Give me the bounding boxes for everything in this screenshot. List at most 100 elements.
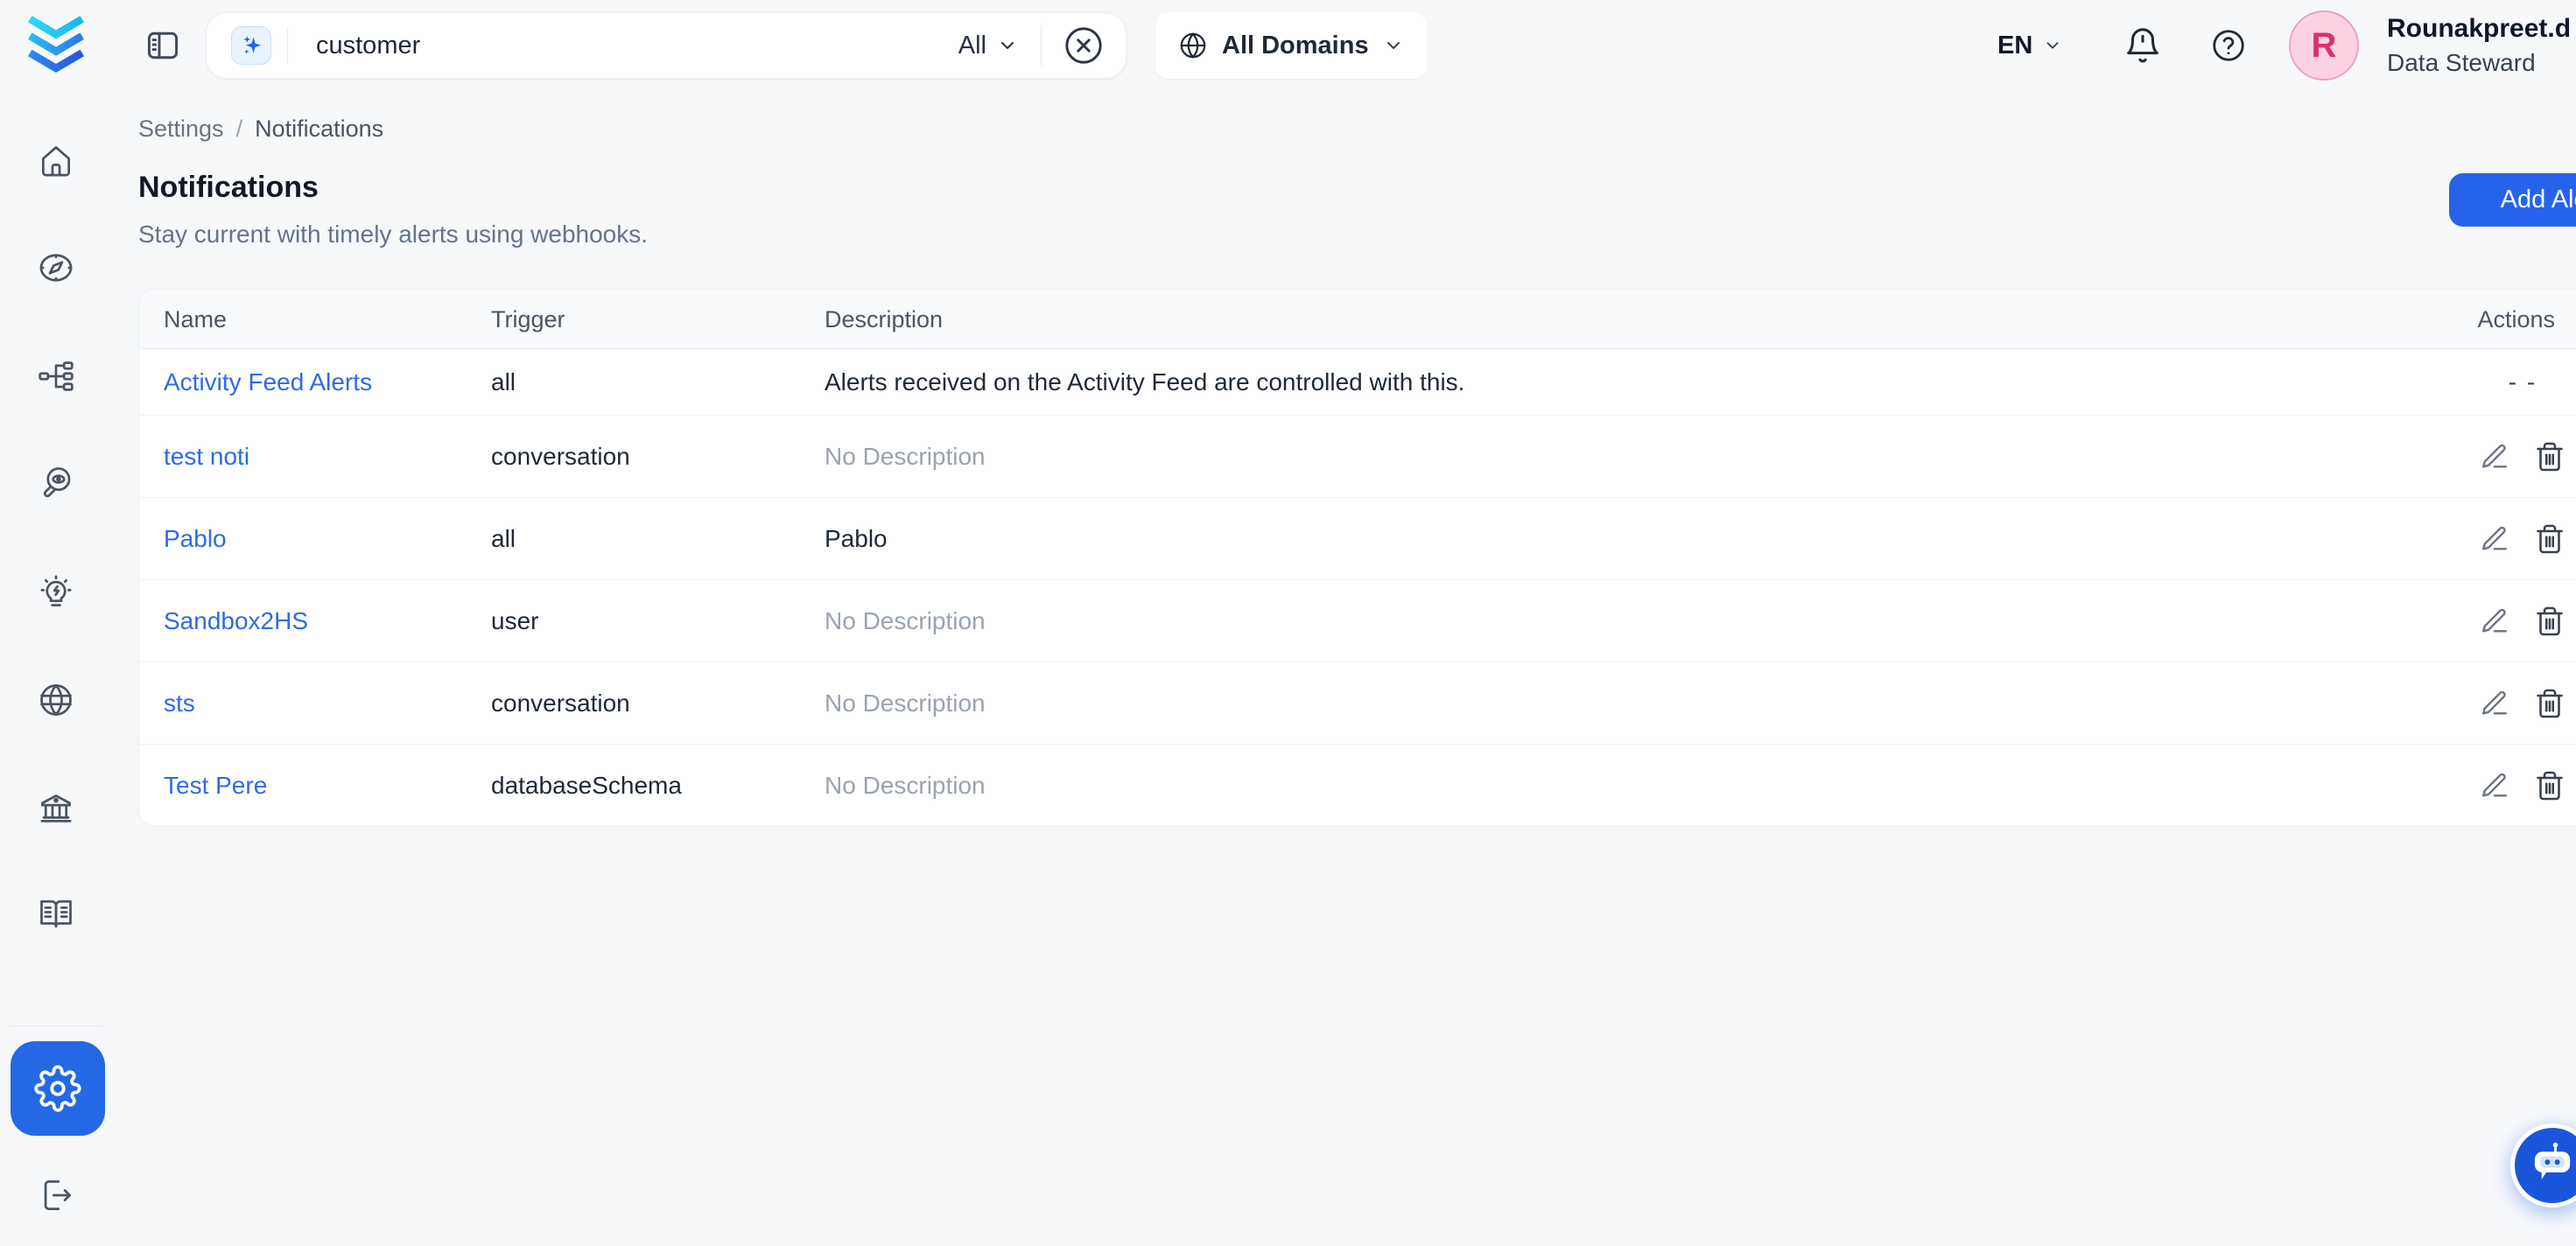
- notifications-bell-button[interactable]: [2118, 0, 2167, 91]
- sidebar-item-insights[interactable]: [37, 574, 75, 612]
- alert-description: No Description: [825, 416, 2313, 497]
- edit-button[interactable]: [2480, 771, 2509, 801]
- help-icon: [2210, 27, 2247, 64]
- column-header-actions: Actions: [2380, 290, 2555, 349]
- column-header-description: Description: [825, 290, 2313, 349]
- alert-actions: [2480, 416, 2565, 497]
- sidebar-nav: [0, 91, 112, 1246]
- glossary-icon: [37, 894, 75, 933]
- help-button[interactable]: [2206, 0, 2251, 91]
- search-divider: [1041, 25, 1042, 66]
- alert-trigger: conversation: [491, 662, 806, 744]
- delete-button[interactable]: [2534, 523, 2565, 555]
- delete-button[interactable]: [2534, 688, 2565, 719]
- search-input[interactable]: customer: [316, 32, 958, 60]
- alert-description: No Description: [825, 662, 2313, 744]
- sidebar-item-observability[interactable]: [37, 464, 75, 502]
- search-divider: [287, 27, 288, 64]
- search-scope-label: All: [958, 32, 986, 60]
- chevron-down-icon: [997, 35, 1018, 56]
- sidebar-item-lineage[interactable]: [37, 357, 75, 396]
- table-row: test noti conversation No Description: [139, 416, 2576, 498]
- ai-sparkles-icon[interactable]: [231, 26, 271, 65]
- sidebar-item-glossary[interactable]: [37, 894, 75, 933]
- alert-description: Pablo: [825, 498, 2313, 579]
- delete-button[interactable]: [2534, 606, 2565, 637]
- alert-actions: [2480, 745, 2565, 827]
- globe-icon: [37, 681, 75, 719]
- column-header-name: Name: [164, 290, 479, 349]
- delete-button[interactable]: [2534, 770, 2565, 802]
- language-selector[interactable]: EN: [1997, 0, 2062, 91]
- alert-actions: [2480, 498, 2565, 579]
- breadcrumb: Settings / Notifications: [138, 116, 383, 143]
- alert-name-link[interactable]: Test Pere: [164, 745, 479, 827]
- avatar-initial: R: [2312, 26, 2337, 66]
- alert-actions: [2480, 580, 2565, 662]
- user-name: Rounakpreet.d: [2387, 11, 2571, 46]
- domains-label: All Domains: [1222, 32, 1369, 60]
- app-logo-icon[interactable]: [21, 10, 91, 80]
- bell-icon: [2123, 25, 2163, 66]
- edit-button[interactable]: [2480, 524, 2509, 554]
- alert-trigger: user: [491, 580, 806, 662]
- sidebar-toggle-icon[interactable]: [144, 26, 182, 65]
- add-alert-button[interactable]: Add Alert: [2449, 173, 2576, 227]
- sidebar-item-governance[interactable]: [37, 788, 75, 827]
- search-scope-dropdown[interactable]: All: [958, 32, 1018, 60]
- clear-search-button[interactable]: [1061, 23, 1106, 68]
- chatbot-button[interactable]: [2510, 1124, 2576, 1208]
- insight-icon: [37, 574, 75, 612]
- sidebar-item-settings-active[interactable]: [11, 1041, 105, 1136]
- alert-name-link[interactable]: Sandbox2HS: [164, 580, 479, 662]
- alert-name-link[interactable]: Activity Feed Alerts: [164, 349, 479, 415]
- alert-trigger: all: [491, 498, 806, 579]
- table-header: Name Trigger Description Actions: [139, 290, 2576, 349]
- governance-icon: [37, 788, 75, 827]
- table-row: Pablo all Pablo: [139, 498, 2576, 580]
- column-header-trigger: Trigger: [491, 290, 806, 349]
- app-root: customer All All Domains: [0, 0, 2576, 1246]
- alert-actions: [2480, 662, 2565, 744]
- alert-trigger: all: [491, 349, 806, 415]
- breadcrumb-separator: /: [236, 116, 243, 143]
- alert-name-link[interactable]: Pablo: [164, 498, 479, 579]
- page-subtitle: Stay current with timely alerts using we…: [138, 220, 648, 248]
- breadcrumb-settings[interactable]: Settings: [138, 116, 224, 143]
- alert-name-link[interactable]: test noti: [164, 416, 479, 497]
- globe-icon: [1178, 31, 1208, 60]
- sidebar-item-home[interactable]: [37, 142, 75, 180]
- top-bar: customer All All Domains: [0, 0, 2576, 91]
- table-row: sts conversation No Description: [139, 662, 2576, 745]
- alert-actions: - -: [2480, 349, 2565, 415]
- delete-button[interactable]: [2534, 441, 2565, 472]
- home-icon: [37, 142, 75, 180]
- page-title: Notifications: [138, 171, 319, 205]
- no-actions-placeholder: - -: [2480, 368, 2565, 396]
- compass-icon: [37, 248, 75, 287]
- user-menu[interactable]: Rounakpreet.d Data Steward: [2387, 10, 2571, 80]
- breadcrumb-notifications[interactable]: Notifications: [255, 116, 383, 143]
- alert-description: No Description: [825, 745, 2313, 827]
- edit-button[interactable]: [2480, 442, 2509, 472]
- alert-name-link[interactable]: sts: [164, 662, 479, 744]
- notifications-table: Name Trigger Description Actions Activit…: [138, 289, 2576, 827]
- edit-button[interactable]: [2480, 689, 2509, 718]
- alert-trigger: databaseSchema: [491, 745, 806, 827]
- chevron-down-icon: [1383, 35, 1404, 56]
- robot-icon: [2528, 1141, 2576, 1190]
- edit-button[interactable]: [2480, 606, 2509, 636]
- sidebar-item-logout[interactable]: [37, 1176, 75, 1214]
- domains-dropdown[interactable]: All Domains: [1155, 12, 1427, 79]
- language-label: EN: [1997, 32, 2032, 60]
- settings-gear-icon: [34, 1065, 81, 1112]
- sidebar-item-explore[interactable]: [37, 248, 75, 287]
- sidebar-item-web[interactable]: [37, 681, 75, 719]
- logout-icon: [37, 1176, 75, 1214]
- user-avatar[interactable]: R: [2289, 10, 2359, 80]
- alert-description: No Description: [825, 580, 2313, 662]
- chevron-down-icon: [2043, 36, 2062, 55]
- global-search-bar[interactable]: customer All: [206, 12, 1127, 79]
- alert-description: Alerts received on the Activity Feed are…: [825, 349, 2313, 415]
- user-role: Data Steward: [2387, 46, 2571, 80]
